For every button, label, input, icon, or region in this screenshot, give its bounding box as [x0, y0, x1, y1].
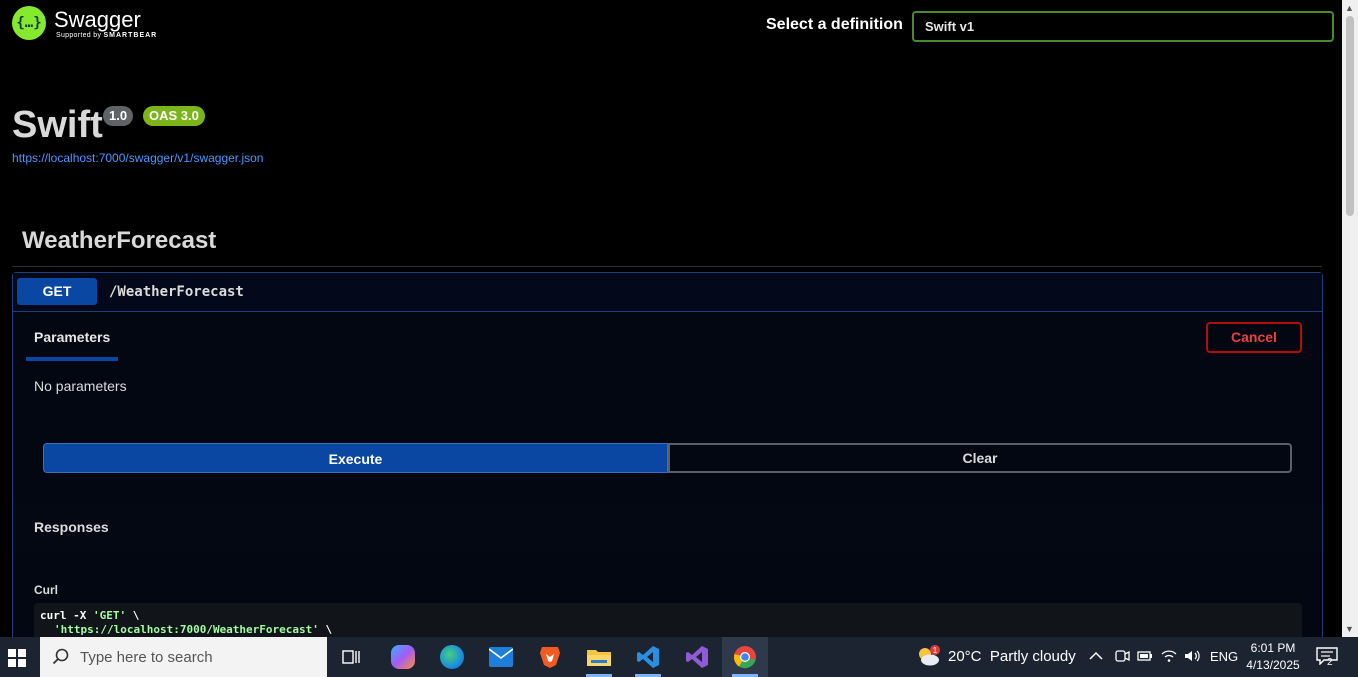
api-title: Swift	[12, 104, 103, 146]
swagger-page: {…} Swagger Supported by SMARTBEAR Selec…	[0, 0, 1342, 637]
windows-logo-icon	[8, 649, 26, 667]
operation-block: GET /WeatherForecast Parameters Cancel N…	[12, 272, 1323, 637]
swagger-logo[interactable]: {…} Swagger Supported by SMARTBEAR	[12, 6, 157, 40]
weather-temp: 20°C	[948, 647, 982, 665]
visual-studio-icon[interactable]	[674, 637, 720, 677]
version-badge: 1.0	[103, 106, 134, 126]
method-badge: GET	[17, 278, 97, 305]
no-parameters-text: No parameters	[34, 378, 127, 394]
copilot-icon[interactable]	[380, 637, 426, 677]
clear-button[interactable]: Clear	[668, 443, 1292, 473]
logo-subtitle: Supported by SMARTBEAR	[56, 31, 158, 39]
chevron-up-icon[interactable]	[1089, 649, 1103, 666]
wifi-icon[interactable]	[1161, 649, 1177, 666]
curl-line-2: 'https://localhost:7000/WeatherForecast'…	[54, 623, 333, 636]
scroll-down-arrow-icon[interactable]: ▼	[1345, 624, 1354, 634]
edge-icon[interactable]	[429, 637, 475, 677]
vscode-icon[interactable]	[625, 637, 671, 677]
language-indicator[interactable]: ENG	[1210, 649, 1238, 664]
vertical-scrollbar[interactable]: ▲ ▼	[1342, 0, 1358, 637]
tag-divider	[12, 266, 1322, 267]
battery-icon[interactable]	[1137, 649, 1153, 666]
taskbar: Type here to search 1 20°C Partly cloudy…	[0, 637, 1358, 677]
search-placeholder: Type here to search	[80, 649, 213, 666]
responses-title: Responses	[34, 519, 109, 535]
spec-url-link[interactable]: https://localhost:7000/swagger/v1/swagge…	[12, 151, 263, 165]
taskbar-clock[interactable]: 6:01 PM 4/13/2025	[1243, 640, 1303, 674]
swagger-logo-icon: {…}	[12, 6, 46, 40]
oas-badge: OAS 3.0	[143, 106, 205, 126]
notification-count-badge: 2	[1327, 657, 1333, 668]
curl-code-block[interactable]: curl -X 'GET' \ 'https://localhost:7000/…	[34, 603, 1302, 637]
execute-wrapper: Execute Clear	[43, 443, 1292, 473]
operation-summary[interactable]: GET /WeatherForecast	[13, 273, 1322, 312]
file-explorer-icon[interactable]	[576, 637, 622, 677]
start-button[interactable]	[0, 637, 36, 677]
tab-parameters[interactable]: Parameters	[34, 329, 110, 345]
responses-header: Responses	[13, 503, 1322, 553]
volume-icon[interactable]	[1184, 649, 1202, 666]
chrome-icon[interactable]	[722, 637, 768, 677]
curl-label: Curl	[34, 583, 58, 597]
meet-now-icon[interactable]	[1114, 649, 1130, 666]
task-view-icon[interactable]	[328, 637, 374, 677]
clock-date: 4/13/2025	[1246, 658, 1300, 672]
clock-time: 6:01 PM	[1250, 641, 1296, 655]
svg-text:1: 1	[933, 646, 938, 655]
weather-widget[interactable]: 1 20°C Partly cloudy	[916, 645, 1076, 667]
scroll-up-arrow-icon[interactable]: ▲	[1345, 3, 1354, 13]
scroll-thumb[interactable]	[1346, 16, 1354, 216]
mail-icon[interactable]	[478, 637, 524, 677]
curl-line-1: curl -X 'GET' \	[40, 609, 140, 622]
tab-active-indicator	[26, 357, 118, 361]
partly-cloudy-icon: 1	[916, 645, 940, 667]
definition-label: Select a definition	[766, 16, 903, 33]
cancel-button[interactable]: Cancel	[1206, 322, 1302, 353]
taskbar-search[interactable]: Type here to search	[40, 637, 327, 677]
tag-weatherforecast[interactable]: WeatherForecast	[22, 227, 216, 255]
definition-select[interactable]: Swift v1	[912, 11, 1334, 42]
search-icon	[52, 648, 69, 665]
operation-path: /WeatherForecast	[109, 284, 244, 300]
weather-desc: Partly cloudy	[989, 647, 1076, 665]
brave-icon[interactable]	[527, 637, 573, 677]
logo-name: Swagger	[54, 6, 141, 32]
execute-button[interactable]: Execute	[43, 443, 668, 473]
